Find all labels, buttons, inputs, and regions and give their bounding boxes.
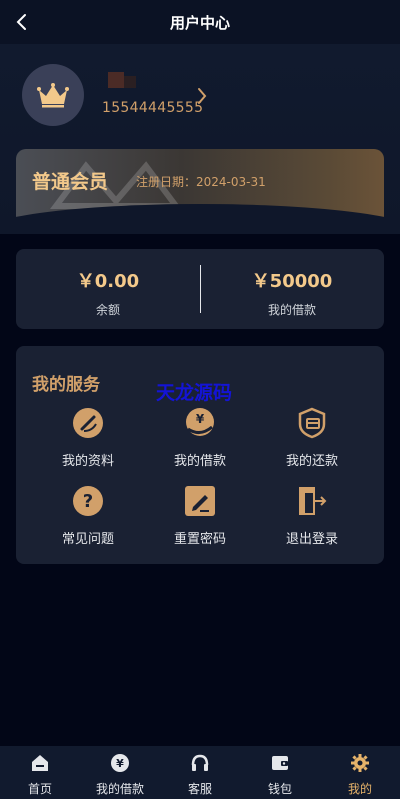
- home-icon: [29, 752, 51, 774]
- service-label: 我的还款: [285, 454, 338, 469]
- tab-customer-service[interactable]: 客服: [160, 746, 240, 799]
- profile-arrow[interactable]: [196, 86, 208, 110]
- chevron-left-icon: [16, 14, 26, 30]
- loan-value: ￥50000: [251, 271, 333, 292]
- tab-wallet[interactable]: 钱包: [240, 746, 320, 799]
- tab-home[interactable]: 首页: [0, 746, 80, 799]
- top-bar: 用户中心: [0, 0, 400, 44]
- pencil-square-icon: [183, 484, 217, 518]
- logout-icon: [295, 484, 329, 518]
- yen-hand-icon: ¥: [183, 406, 217, 440]
- tab-mine[interactable]: 我的: [320, 746, 400, 799]
- service-label: 常见问题: [61, 532, 114, 547]
- balance-label: 余额: [95, 303, 120, 317]
- question-icon: ?: [71, 484, 105, 518]
- page-title: 用户中心: [169, 13, 230, 32]
- service-logout[interactable]: 退出登录: [256, 484, 368, 547]
- watermark-text: 天龙源码: [156, 382, 233, 404]
- member-level: 普通会员: [32, 171, 109, 193]
- edit-circle-icon: [71, 406, 105, 440]
- tab-label: 客服: [187, 782, 212, 796]
- gear-icon: [349, 752, 371, 774]
- tab-label: 我的: [347, 782, 372, 796]
- back-button[interactable]: [10, 10, 34, 34]
- service-my-loan[interactable]: ¥ 我的借款: [144, 406, 256, 469]
- tab-label: 钱包: [267, 782, 292, 796]
- tab-label: 首页: [27, 782, 52, 796]
- services-title: 我的服务: [32, 375, 100, 395]
- crown-icon: [37, 83, 69, 108]
- service-label: 我的资料: [61, 454, 114, 469]
- member-card: 普通会员 注册日期：2024-03-31: [16, 149, 384, 223]
- service-my-profile[interactable]: 我的资料: [32, 406, 144, 469]
- register-date: 注册日期：2024-03-31: [136, 175, 266, 189]
- yen-icon: ¥: [109, 752, 131, 774]
- bottom-tab-bar: 首页 ¥ 我的借款 客服 钱包 我的: [0, 746, 400, 799]
- user-phone: 15544445555: [102, 100, 204, 116]
- services-panel: 我的服务 天龙源码 我的资料 ¥ 我的借款 我的还款 ? 常见问题 重置密码 退…: [16, 346, 384, 564]
- balance-card: ￥0.00 余额 ￥50000 我的借款: [16, 249, 384, 329]
- loan-label: 我的借款: [267, 303, 316, 317]
- svg-text:¥: ¥: [116, 757, 124, 770]
- shield-card-icon: [295, 406, 329, 440]
- service-label: 我的借款: [173, 454, 226, 469]
- wallet-icon: [269, 752, 291, 774]
- loan-item[interactable]: ￥50000 我的借款: [200, 267, 384, 318]
- user-info[interactable]: 15544445555: [102, 70, 203, 116]
- username-mosaic: [102, 70, 172, 90]
- balance-item[interactable]: ￥0.00 余额: [16, 267, 200, 318]
- tab-label: 我的借款: [95, 782, 144, 796]
- service-label: 退出登录: [285, 532, 338, 547]
- svg-text:?: ?: [83, 491, 93, 512]
- chevron-right-icon: [198, 88, 207, 104]
- svg-text:¥: ¥: [196, 412, 205, 426]
- service-my-repayment[interactable]: 我的还款: [256, 406, 368, 469]
- avatar[interactable]: [22, 64, 84, 126]
- service-label: 重置密码: [173, 532, 226, 547]
- tab-my-loan[interactable]: ¥ 我的借款: [80, 746, 160, 799]
- balance-value: ￥0.00: [76, 271, 140, 292]
- service-reset-password[interactable]: 重置密码: [144, 484, 256, 547]
- service-faq[interactable]: ? 常见问题: [32, 484, 144, 547]
- headset-icon: [189, 752, 211, 774]
